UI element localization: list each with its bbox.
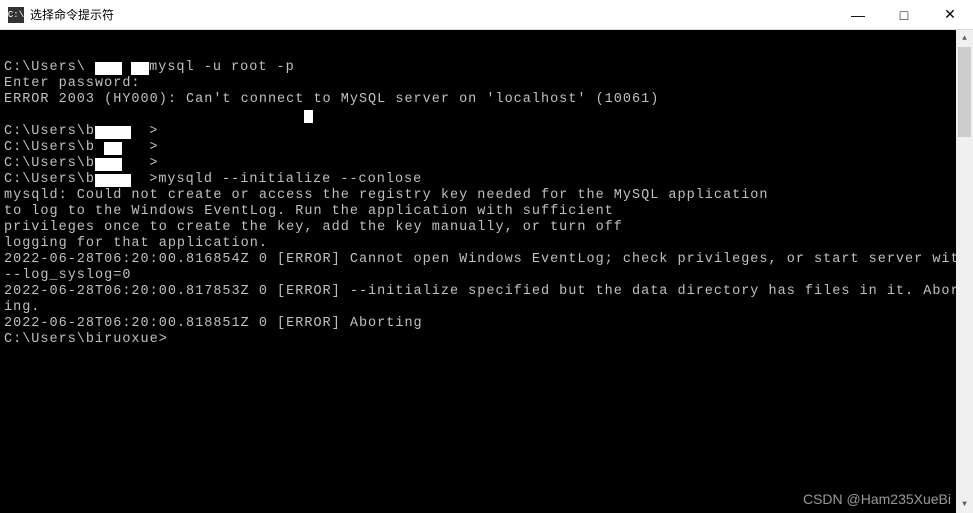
terminal-line: privileges once to create the key, add t… [4,220,969,236]
window-titlebar: C:\ 选择命令提示符 — □ ✕ [0,0,973,30]
minimize-button[interactable]: — [835,0,881,30]
terminal-line: C:\Users\b > [4,156,969,172]
terminal-output[interactable]: C:\Users\ mysql -u root -pEnter password… [0,30,973,513]
cmd-icon: C:\ [8,7,24,23]
terminal-line: C:\Users\biruoxue> [4,332,969,348]
terminal-line: ERROR 2003 (HY000): Can't connect to MyS… [4,92,969,108]
terminal-line: mysqld: Could not create or access the r… [4,188,969,204]
terminal-line: C:\Users\b > [4,124,969,140]
terminal-line: 2022-06-28T06:20:00.818851Z 0 [ERROR] Ab… [4,316,969,332]
redaction-block [304,110,313,123]
redaction-block [95,126,131,139]
redaction-block [131,62,149,75]
terminal-line: C:\Users\b >mysqld --initialize --conlos… [4,172,969,188]
terminal-line: C:\Users\b > [4,140,969,156]
redaction-block [104,142,122,155]
terminal-line [4,108,969,124]
vertical-scrollbar[interactable]: ▲ ▼ [956,30,973,513]
terminal-area: C:\Users\ mysql -u root -pEnter password… [0,30,973,513]
terminal-line: logging for that application. [4,236,969,252]
terminal-line: 2022-06-28T06:20:00.817853Z 0 [ERROR] --… [4,284,969,316]
scroll-up-arrow[interactable]: ▲ [956,30,973,47]
scrollbar-thumb[interactable] [958,47,971,137]
watermark: CSDN @Ham235XueBi [803,491,951,507]
terminal-line: Enter password: [4,76,969,92]
redaction-block [95,174,131,187]
close-button[interactable]: ✕ [927,0,973,30]
window-controls: — □ ✕ [835,0,973,30]
terminal-line: to log to the Windows EventLog. Run the … [4,204,969,220]
terminal-line: 2022-06-28T06:20:00.816854Z 0 [ERROR] Ca… [4,252,969,284]
scroll-down-arrow[interactable]: ▼ [956,496,973,513]
window-title[interactable]: 选择命令提示符 [30,6,835,23]
terminal-line: C:\Users\ mysql -u root -p [4,60,969,76]
redaction-block [95,158,122,171]
maximize-button[interactable]: □ [881,0,927,30]
redaction-block [95,62,122,75]
